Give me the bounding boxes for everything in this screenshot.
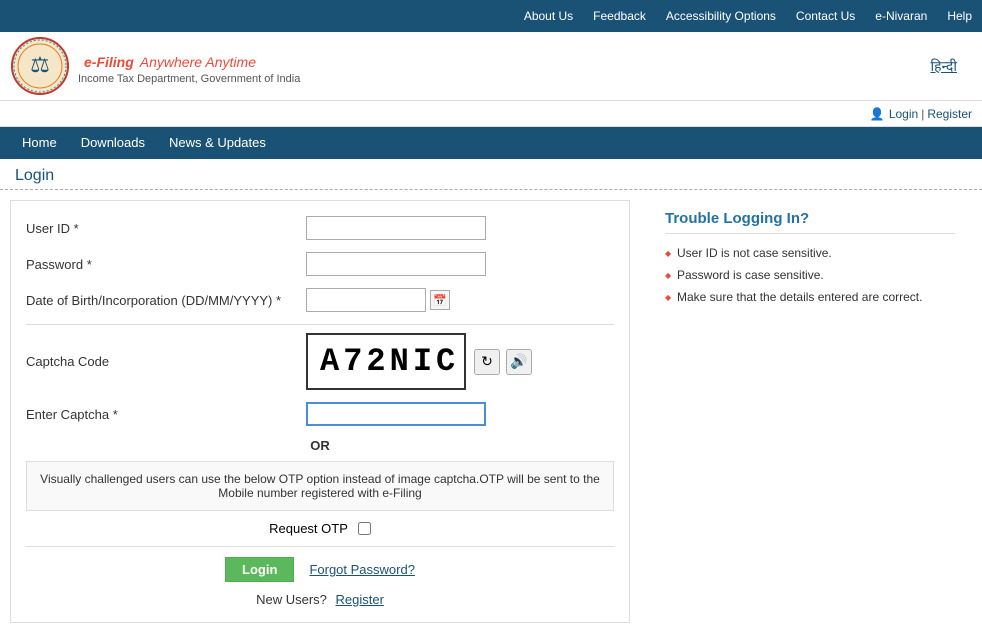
login-button[interactable]: Login [225, 557, 294, 582]
top-contact-us[interactable]: Contact Us [786, 0, 865, 32]
main-nav: Home Downloads News & Updates [0, 127, 982, 159]
nav-news-updates[interactable]: News & Updates [157, 127, 278, 159]
logo-area: ⚖ e-FilingAnywhere Anytime Income Tax De… [10, 36, 931, 96]
refresh-captcha-button[interactable]: ↻ [474, 349, 500, 375]
calendar-button[interactable]: 📅 [430, 290, 450, 310]
trouble-tip-2: Make sure that the details entered are c… [665, 290, 955, 304]
audio-captcha-button[interactable]: 🔊 [506, 349, 532, 375]
login-register-bar: 👤 Login | Register [0, 101, 982, 127]
user-id-row: User ID * [26, 216, 614, 240]
dob-input[interactable] [306, 288, 426, 312]
new-users-label: New Users? [256, 592, 327, 607]
captcha-image: A72NIC [306, 333, 466, 390]
logo-text: e-FilingAnywhere Anytime Income Tax Depa… [78, 47, 300, 85]
separator: | [921, 107, 924, 121]
page-header: ⚖ e-FilingAnywhere Anytime Income Tax De… [0, 32, 982, 101]
top-help[interactable]: Help [937, 0, 982, 32]
header-login-link[interactable]: Login [889, 107, 918, 121]
logo-title: e-FilingAnywhere Anytime [78, 47, 300, 73]
or-divider: OR [26, 438, 614, 453]
user-icon: 👤 [870, 107, 885, 121]
top-e-nivaran[interactable]: e-Nivaran [865, 0, 937, 32]
user-id-label: User ID * [26, 221, 306, 236]
government-emblem: ⚖ [10, 36, 70, 96]
svg-text:⚖: ⚖ [30, 52, 50, 77]
form-divider-2 [26, 546, 614, 547]
password-label: Password * [26, 257, 306, 272]
top-utility-bar: About Us Feedback Accessibility Options … [0, 0, 982, 32]
otp-info-text: Visually challenged users can use the be… [26, 461, 614, 511]
new-users-row: New Users? Register [26, 592, 614, 607]
captcha-row: Captcha Code A72NIC ↻ 🔊 [26, 333, 614, 390]
trouble-panel: Trouble Logging In? User ID is not case … [650, 200, 970, 623]
trouble-title: Trouble Logging In? [665, 210, 955, 234]
top-about-us[interactable]: About Us [514, 0, 583, 32]
password-row: Password * [26, 252, 614, 276]
forgot-password-link[interactable]: Forgot Password? [309, 562, 415, 577]
request-otp-checkbox[interactable] [358, 522, 371, 535]
login-actions: Login Forgot Password? [26, 557, 614, 582]
top-feedback[interactable]: Feedback [583, 0, 656, 32]
request-otp-row: Request OTP [26, 521, 614, 536]
main-content: User ID * Password * Date of Birth/Incor… [0, 190, 982, 633]
hindi-link[interactable]: हिन्दी [931, 57, 957, 76]
dob-label: Date of Birth/Incorporation (DD/MM/YYYY)… [26, 293, 306, 308]
nav-home[interactable]: Home [10, 127, 69, 159]
captcha-label: Captcha Code [26, 354, 306, 369]
page-title: Login [0, 159, 982, 190]
trouble-tip-1: Password is case sensitive. [665, 268, 955, 282]
register-link[interactable]: Register [336, 592, 384, 607]
enter-captcha-label: Enter Captcha * [26, 407, 306, 422]
trouble-tip-0: User ID is not case sensitive. [665, 246, 955, 260]
header-register-link[interactable]: Register [927, 107, 972, 121]
enter-captcha-row: Enter Captcha * [26, 402, 614, 426]
top-accessibility[interactable]: Accessibility Options [656, 0, 786, 32]
login-form-container: User ID * Password * Date of Birth/Incor… [10, 200, 630, 623]
logo-subtitle: Income Tax Department, Government of Ind… [78, 73, 300, 85]
form-divider-1 [26, 324, 614, 325]
user-id-input[interactable] [306, 216, 486, 240]
nav-downloads[interactable]: Downloads [69, 127, 157, 159]
password-input[interactable] [306, 252, 486, 276]
captcha-controls: ↻ 🔊 [474, 349, 532, 375]
captcha-input[interactable] [306, 402, 486, 426]
trouble-tips-list: User ID is not case sensitive. Password i… [665, 246, 955, 304]
dob-row: Date of Birth/Incorporation (DD/MM/YYYY)… [26, 288, 614, 312]
request-otp-label: Request OTP [269, 521, 348, 536]
